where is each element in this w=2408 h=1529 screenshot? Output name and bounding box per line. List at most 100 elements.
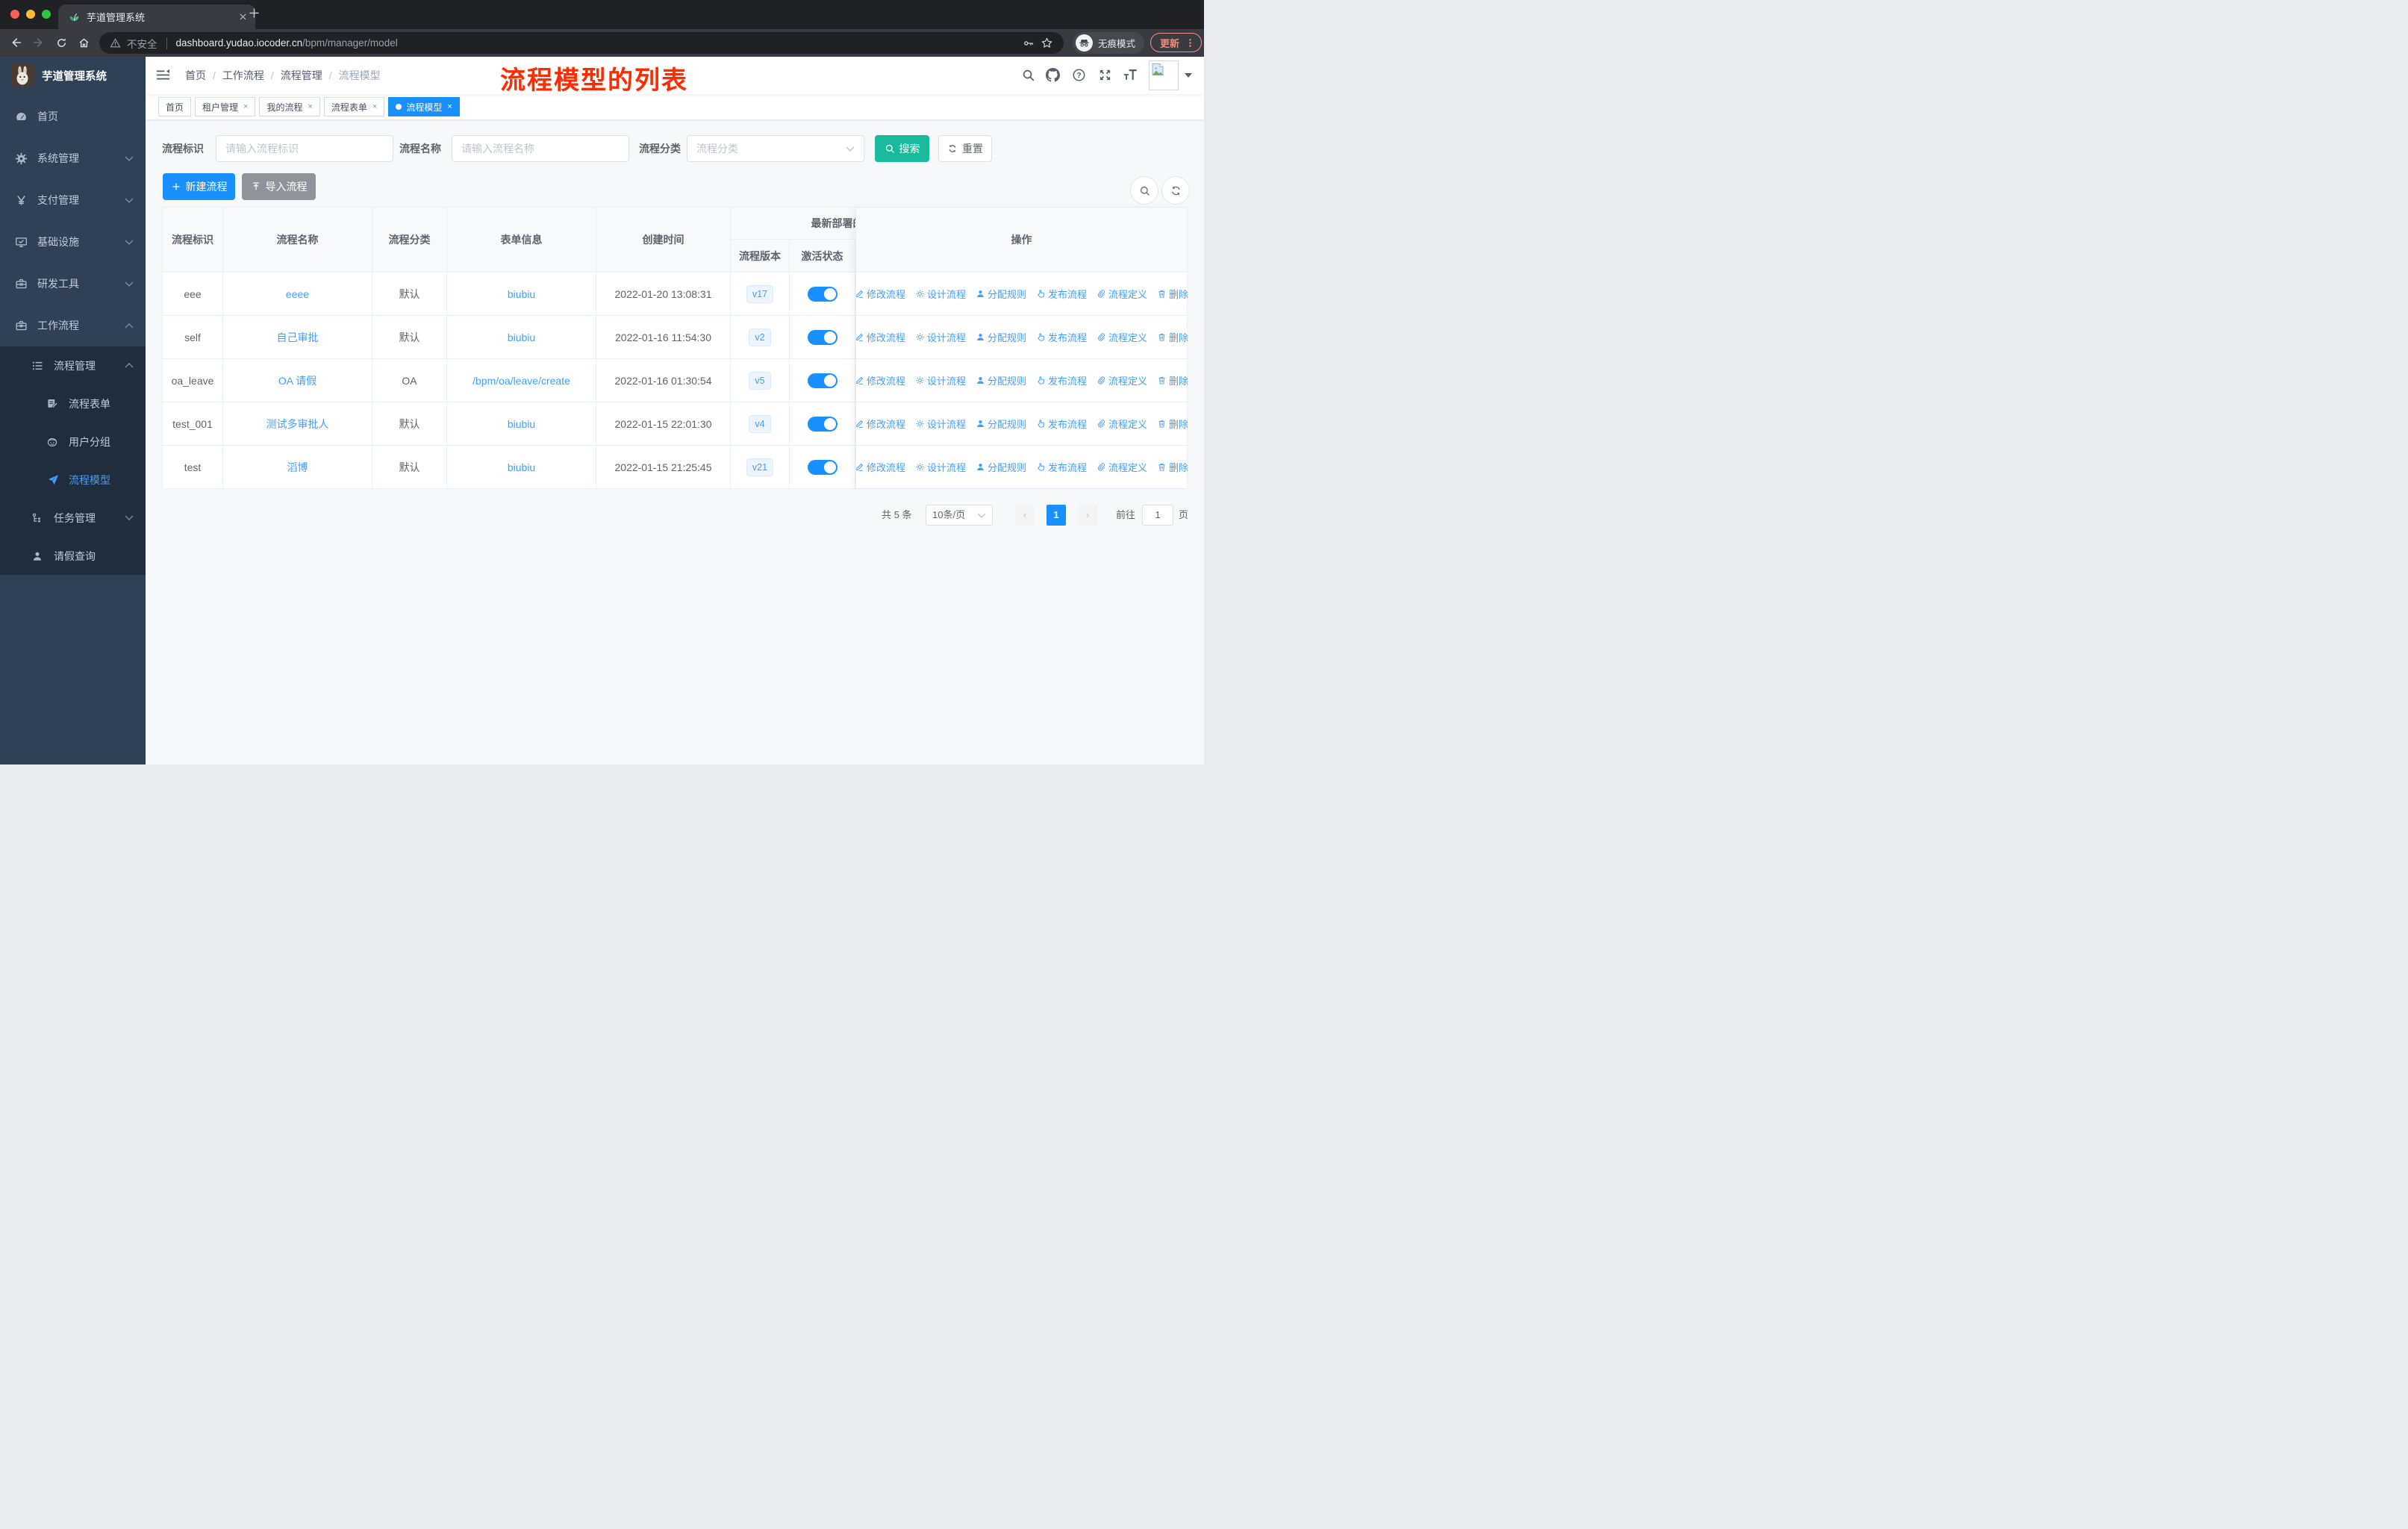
action-hand[interactable]: 发布流程 bbox=[1036, 417, 1087, 431]
action-edit[interactable]: 修改流程 bbox=[855, 330, 905, 344]
reset-button[interactable]: 重置 bbox=[938, 135, 992, 162]
breadcrumb-item[interactable]: 流程管理 bbox=[281, 68, 322, 83]
close-window-button[interactable] bbox=[10, 10, 19, 19]
tab-tag-首页[interactable]: 首页 bbox=[158, 97, 191, 116]
home-icon[interactable] bbox=[78, 37, 90, 49]
new-tab-button[interactable] bbox=[248, 7, 261, 19]
active-toggle[interactable] bbox=[808, 460, 838, 475]
sidebar-item-process-model[interactable]: 流程模型 bbox=[0, 461, 146, 499]
sidebar-item-user-group[interactable]: 用户分组 bbox=[0, 423, 146, 461]
action-hand[interactable]: 发布流程 bbox=[1036, 460, 1087, 474]
action-link[interactable]: 流程定义 bbox=[1097, 417, 1147, 431]
page-number-1[interactable]: 1 bbox=[1047, 505, 1066, 526]
sidebar-logo[interactable]: 芋道管理系统 bbox=[0, 57, 146, 94]
process-name-link[interactable]: OA 请假 bbox=[278, 373, 316, 388]
sidebar-item-infra[interactable]: 基础设施 bbox=[0, 221, 146, 263]
action-gear-sm[interactable]: 设计流程 bbox=[915, 287, 966, 301]
sidebar-item-system[interactable]: 系统管理 bbox=[0, 137, 146, 179]
action-edit[interactable]: 修改流程 bbox=[855, 373, 905, 387]
active-toggle[interactable] bbox=[808, 330, 838, 345]
form-info-link[interactable]: biubiu bbox=[508, 461, 535, 473]
action-gear-sm[interactable]: 设计流程 bbox=[915, 373, 966, 387]
github-icon[interactable] bbox=[1046, 68, 1060, 82]
form-info-link[interactable]: biubiu bbox=[508, 418, 535, 430]
action-user-sm[interactable]: 分配规则 bbox=[976, 417, 1026, 431]
zoom-window-button[interactable] bbox=[42, 10, 51, 19]
action-trash[interactable]: 删除 bbox=[1157, 330, 1188, 344]
action-trash[interactable]: 删除 bbox=[1157, 417, 1188, 431]
active-toggle[interactable] bbox=[808, 417, 838, 432]
action-hand[interactable]: 发布流程 bbox=[1036, 373, 1087, 387]
action-user-sm[interactable]: 分配规则 bbox=[976, 373, 1026, 387]
address-bar[interactable]: 不安全 dashboard.yudao.iocoder.cn /bpm/mana… bbox=[99, 32, 1064, 54]
action-user-sm[interactable]: 分配规则 bbox=[976, 460, 1026, 474]
form-info-link[interactable]: biubiu bbox=[508, 288, 535, 300]
sidebar-item-process-form[interactable]: 流程表单 bbox=[0, 384, 146, 423]
action-edit[interactable]: 修改流程 bbox=[855, 460, 905, 474]
action-hand[interactable]: 发布流程 bbox=[1036, 330, 1087, 344]
prev-page-button[interactable]: ‹ bbox=[1015, 505, 1035, 526]
action-gear-sm[interactable]: 设计流程 bbox=[915, 330, 966, 344]
sidebar-item-workflow[interactable]: 工作流程 bbox=[0, 305, 146, 346]
tab-tag-租户管理[interactable]: 租户管理 × bbox=[195, 97, 255, 116]
action-trash[interactable]: 删除 bbox=[1157, 287, 1188, 301]
active-toggle[interactable] bbox=[808, 373, 838, 388]
action-link[interactable]: 流程定义 bbox=[1097, 373, 1147, 387]
refresh-table-button[interactable] bbox=[1161, 176, 1190, 205]
goto-page-input[interactable]: 1 bbox=[1142, 505, 1173, 526]
breadcrumb-item[interactable]: 工作流程 bbox=[222, 68, 264, 83]
action-link[interactable]: 流程定义 bbox=[1097, 287, 1147, 301]
action-edit[interactable]: 修改流程 bbox=[855, 417, 905, 431]
password-key-icon[interactable] bbox=[1023, 37, 1035, 49]
breadcrumb-item[interactable]: 首页 bbox=[185, 68, 206, 83]
action-edit[interactable]: 修改流程 bbox=[855, 287, 905, 301]
action-user-sm[interactable]: 分配规则 bbox=[976, 287, 1026, 301]
page-size-select[interactable]: 10条/页 bbox=[926, 505, 993, 526]
next-page-button[interactable]: › bbox=[1078, 505, 1097, 526]
action-link[interactable]: 流程定义 bbox=[1097, 460, 1147, 474]
sidebar-item-leave-query[interactable]: 请假查询 bbox=[0, 537, 146, 575]
create-process-button[interactable]: 新建流程 bbox=[163, 173, 235, 200]
tag-close-icon[interactable]: × bbox=[308, 102, 312, 111]
import-process-button[interactable]: 导入流程 bbox=[242, 173, 316, 200]
header-search-icon[interactable] bbox=[1021, 68, 1035, 82]
action-user-sm[interactable]: 分配规则 bbox=[976, 330, 1026, 344]
form-info-link[interactable]: /bpm/oa/leave/create bbox=[472, 375, 570, 387]
sidebar-item-task-manage[interactable]: 任务管理 bbox=[0, 499, 146, 537]
tag-close-icon[interactable]: × bbox=[243, 102, 248, 111]
process-key-input[interactable]: 请输入流程标识 bbox=[216, 135, 393, 162]
sidebar-item-process-manage[interactable]: 流程管理 bbox=[0, 346, 146, 384]
action-link[interactable]: 流程定义 bbox=[1097, 330, 1147, 344]
fullscreen-icon[interactable] bbox=[1098, 68, 1112, 82]
process-name-link[interactable]: eeee bbox=[286, 288, 309, 300]
tab-tag-流程表单[interactable]: 流程表单 × bbox=[324, 97, 384, 116]
bookmark-star-icon[interactable] bbox=[1041, 37, 1053, 49]
sidebar-item-devtools[interactable]: 研发工具 bbox=[0, 263, 146, 305]
action-trash[interactable]: 删除 bbox=[1157, 373, 1188, 387]
browser-menu-kebab-icon[interactable] bbox=[1185, 37, 1196, 49]
tag-close-icon[interactable]: × bbox=[447, 102, 452, 111]
back-icon[interactable] bbox=[9, 36, 22, 49]
font-size-icon[interactable] bbox=[1123, 68, 1138, 82]
reload-icon[interactable] bbox=[55, 37, 68, 49]
process-name-link[interactable]: 测试多审批人 bbox=[266, 417, 329, 432]
update-button[interactable]: 更新 bbox=[1150, 33, 1202, 52]
process-name-input[interactable]: 请输入流程名称 bbox=[452, 135, 629, 162]
tab-tag-流程模型[interactable]: 流程模型 × bbox=[388, 97, 459, 116]
process-name-link[interactable]: 滔博 bbox=[287, 460, 308, 475]
tag-close-icon[interactable]: × bbox=[372, 102, 377, 111]
search-button[interactable]: 搜索 bbox=[875, 135, 929, 162]
process-name-link[interactable]: 自己审批 bbox=[277, 330, 319, 345]
tab-tag-我的流程[interactable]: 我的流程 × bbox=[259, 97, 319, 116]
sidebar-item-payment[interactable]: 支付管理 bbox=[0, 179, 146, 221]
action-gear-sm[interactable]: 设计流程 bbox=[915, 417, 966, 431]
toggle-search-panel-button[interactable] bbox=[1130, 176, 1158, 205]
active-toggle[interactable] bbox=[808, 287, 838, 302]
forward-icon[interactable] bbox=[32, 36, 46, 49]
hamburger-icon[interactable] bbox=[155, 68, 171, 82]
action-hand[interactable]: 发布流程 bbox=[1036, 287, 1087, 301]
minimize-window-button[interactable] bbox=[26, 10, 35, 19]
help-question-icon[interactable]: ? bbox=[1072, 68, 1086, 82]
process-category-select[interactable]: 流程分类 bbox=[687, 135, 864, 162]
tab-close-icon[interactable] bbox=[238, 12, 248, 22]
